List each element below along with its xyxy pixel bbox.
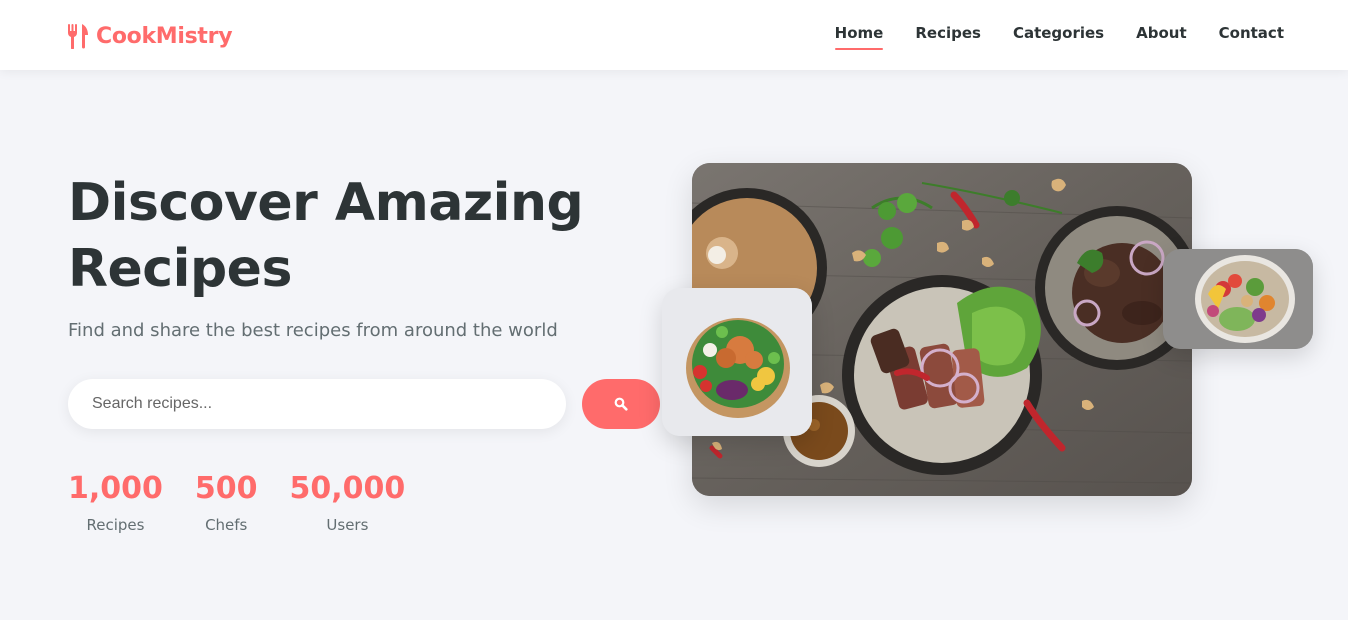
- stat-chefs: 500 Chefs: [195, 470, 258, 534]
- nav-recipes[interactable]: Recipes: [915, 24, 981, 50]
- stat-recipes: 1,000 Recipes: [68, 470, 163, 534]
- stat-label: Chefs: [205, 516, 248, 534]
- salad-bowl-image: [662, 288, 812, 436]
- stats-row: 1,000 Recipes 500 Chefs 50,000 Users: [68, 470, 437, 534]
- search-button[interactable]: [582, 379, 660, 429]
- search-icon: [614, 397, 628, 411]
- stat-label: Recipes: [86, 516, 145, 534]
- brand-name: CookMistry: [96, 23, 233, 49]
- stat-value: 50,000: [289, 471, 406, 506]
- hero-title: Discover Amazing Recipes: [68, 173, 584, 299]
- buddha-bowl-image: [1163, 249, 1313, 349]
- stat-users: 50,000 Users: [290, 470, 406, 534]
- hero-subtitle: Find and share the best recipes from aro…: [68, 320, 558, 341]
- utensils-icon: [66, 22, 92, 50]
- search-input[interactable]: [68, 379, 566, 429]
- stat-value: 500: [194, 471, 258, 506]
- main-nav: Home Recipes Categories About Contact: [803, 24, 1284, 50]
- brand-logo[interactable]: CookMistry: [66, 20, 233, 52]
- site-header: CookMistry Home Recipes Categories About…: [0, 0, 1348, 70]
- stat-value: 1,000: [68, 471, 163, 506]
- nav-categories[interactable]: Categories: [1013, 24, 1104, 50]
- nav-contact[interactable]: Contact: [1219, 24, 1284, 50]
- nav-home[interactable]: Home: [834, 24, 883, 50]
- nav-about[interactable]: About: [1136, 24, 1187, 50]
- stat-label: Users: [326, 516, 369, 534]
